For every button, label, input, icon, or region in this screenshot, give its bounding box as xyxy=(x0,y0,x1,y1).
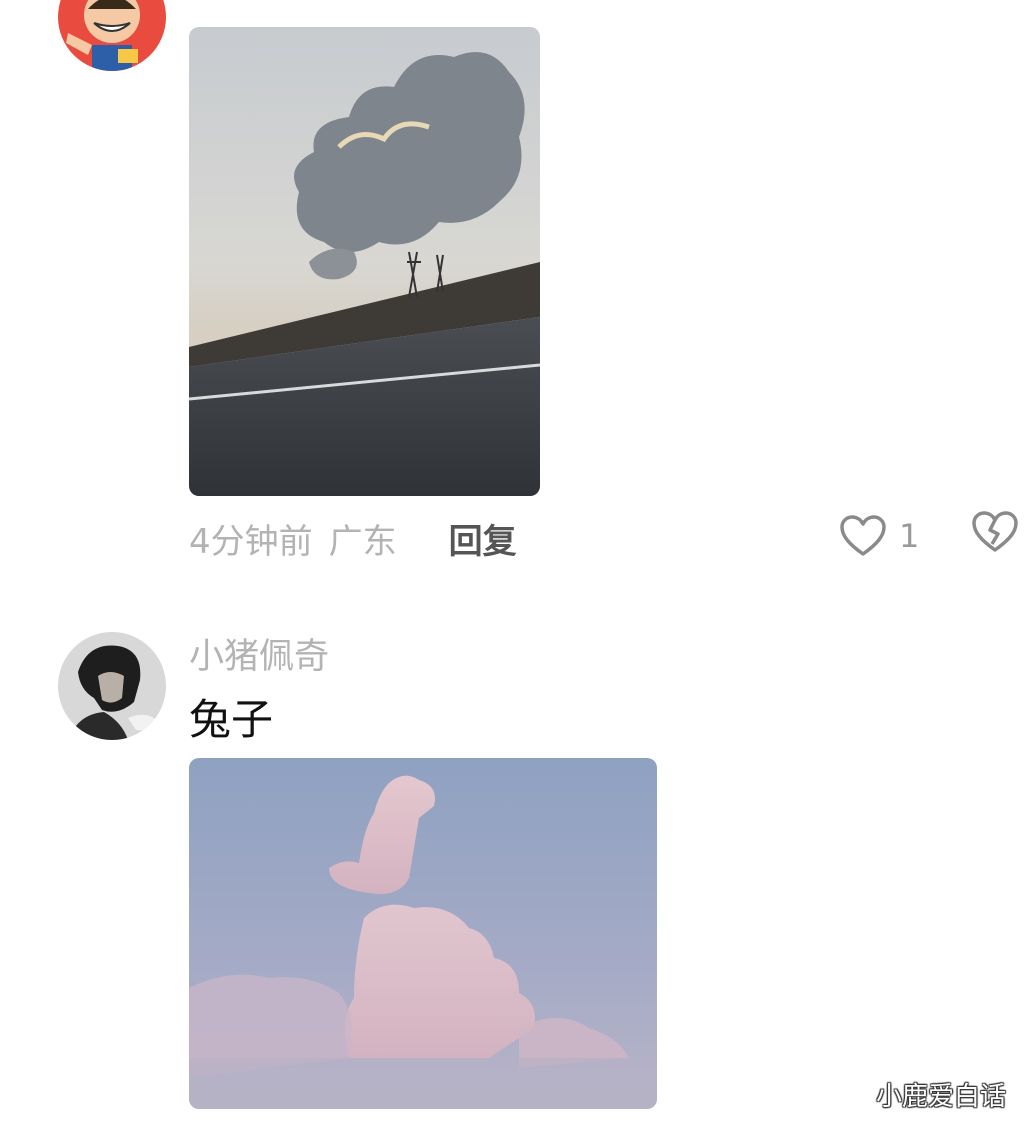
watermark: 小鹿爱白话 xyxy=(876,1082,1007,1112)
comment-location: 广东 xyxy=(328,521,397,562)
comment-timestamp: 4分钟前 xyxy=(189,521,313,562)
dislike-button[interactable] xyxy=(971,510,1019,558)
avatar[interactable] xyxy=(58,0,166,71)
reply-button[interactable]: 回复 xyxy=(449,514,517,563)
heart-outline-icon xyxy=(839,514,887,558)
broken-heart-icon xyxy=(971,510,1019,554)
avatar[interactable] xyxy=(58,632,166,740)
like-button[interactable]: 1 xyxy=(839,510,919,562)
comment-username[interactable]: 小猪佩奇 xyxy=(189,628,329,679)
comment-feed: 4分钟前 广东 回复 1 小猪佩奇 兔子 小鹿爱白话 xyxy=(0,0,1036,1127)
comment-photo[interactable] xyxy=(189,758,657,1109)
comment-photo[interactable] xyxy=(189,27,540,496)
comment-text: 兔子 xyxy=(189,695,274,744)
like-count: 1 xyxy=(899,517,920,555)
comment-meta: 4分钟前 广东 回复 xyxy=(189,512,517,564)
